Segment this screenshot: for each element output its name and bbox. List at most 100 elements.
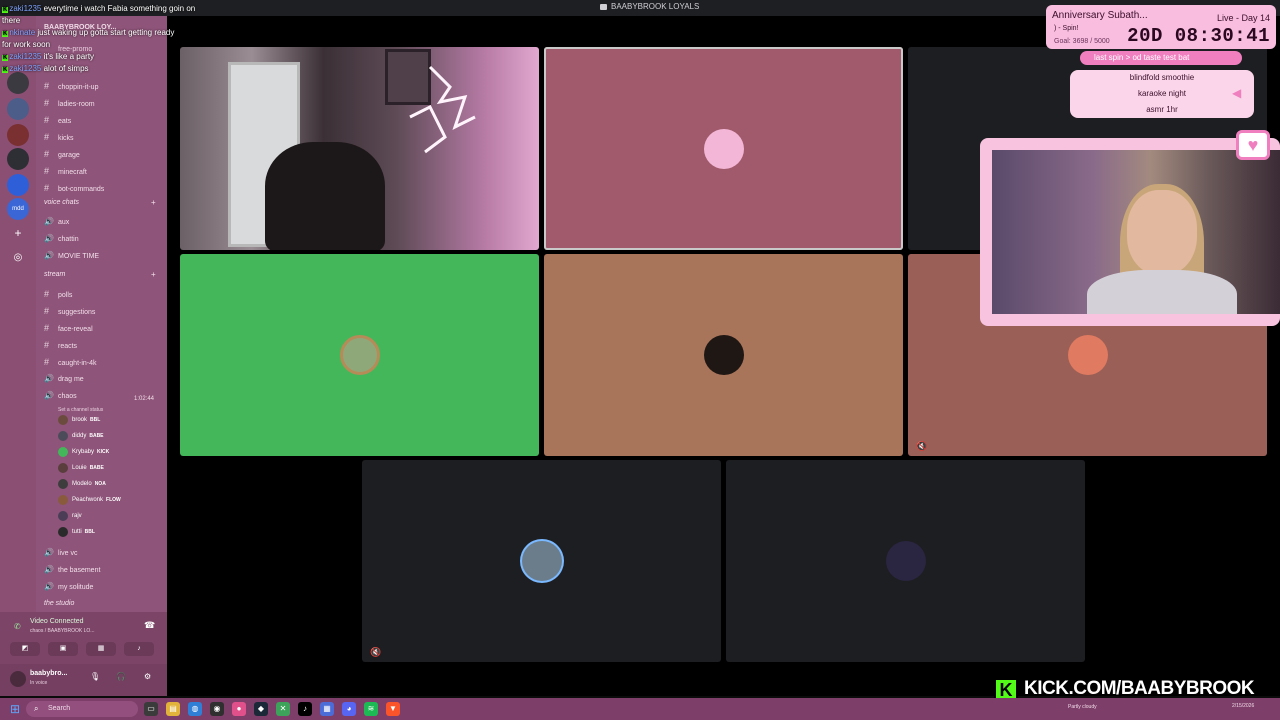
voice-bottom-channel-0[interactable]: 🔊 live vc [44,547,77,559]
steam-icon[interactable]: ◆ [254,702,268,716]
voice-member[interactable]: Peachwonk FLOW [58,495,121,507]
obs-icon[interactable]: ◉ [210,702,224,716]
avatar [58,447,68,457]
mic-icon[interactable]: 🎙 [90,672,100,681]
user-name[interactable]: baabybro... [30,670,67,677]
server-icon-3[interactable] [7,124,29,146]
brave-icon[interactable]: ▼ [386,702,400,716]
voice-member[interactable]: diddy BABE [58,431,104,443]
chat-text: just waking up gotta start getting ready [37,28,175,37]
voice-channel-path[interactable]: chaos / BAABYBROOK LO... [30,628,94,634]
add-server-icon[interactable]: + [7,222,29,244]
category-stream[interactable]: stream [44,271,65,278]
voice-member[interactable]: brook BBL [58,415,100,427]
taskbar-date[interactable]: 2/15/2026 [1232,703,1254,709]
server-icon-4[interactable] [7,148,29,170]
speaker-icon: 🔊 [44,234,54,243]
server-icon-6[interactable]: mdd [7,198,29,220]
spotify-icon[interactable]: ≋ [364,702,378,716]
server-icon-2[interactable] [7,98,29,120]
server-icon-5[interactable] [7,174,29,196]
member-name: diddy [72,433,87,439]
voice-bottom-channel-1[interactable]: 🔊 the basement [44,564,100,576]
voice-tile-7[interactable]: 🔇 [362,460,721,662]
subathon-timer: 20D 08:30:41 [1127,25,1270,47]
channel-2[interactable]: # eats [44,114,71,126]
subathon-spin: ) - Spin! [1054,25,1079,32]
voice-tile-discord[interactable] [180,254,539,456]
voice-tile-8[interactable] [726,460,1085,662]
voice-member[interactable]: tutti BBL [58,527,95,539]
channel-3[interactable]: # kicks [44,131,74,143]
voice-tile-5[interactable] [544,254,903,456]
voice-member[interactable]: Modelo NOA [58,479,106,491]
discover-icon[interactable]: ◎ [7,246,29,268]
avatar [58,495,68,505]
avatar[interactable] [10,671,26,687]
channel-0[interactable]: # choppin-it-up [44,80,98,92]
category-voice-chats[interactable]: voice chats [44,199,79,206]
channel-status[interactable]: Set a channel status [58,407,103,413]
channel-6[interactable]: # bot-commands [44,182,104,194]
wheel-list: blindfold smoothie karaoke night asmr 1h… [1070,70,1254,118]
add-channel-icon[interactable]: + [151,270,156,279]
discord-icon[interactable]: ◕ [342,702,356,716]
signal-icon[interactable]: ✆ [14,622,21,631]
screen-share-button[interactable]: ▣ [48,642,78,656]
voice-member[interactable]: Krybaby KICK [58,447,109,459]
camera-button[interactable]: ◩ [10,642,40,656]
channel-label: kicks [58,135,74,142]
gear-icon[interactable]: ⚙ [144,672,151,681]
stream-channel-4[interactable]: # caught-in-4k [44,356,97,368]
active-voice-channel[interactable]: 🔊 chaos [44,390,77,402]
voice-channel-0[interactable]: 🔊 aux [44,216,69,228]
avatar [58,511,68,521]
member-name: Louie [72,465,87,471]
xbox-icon[interactable]: ✕ [276,702,290,716]
voice-member[interactable]: rajv [58,511,85,523]
server-icon-1[interactable] [7,72,29,94]
stream-channel-5[interactable]: 🔊 drag me [44,373,84,385]
channel-4[interactable]: # garage [44,148,80,160]
browser-icon[interactable]: ◍ [188,702,202,716]
heart-icon: ♥ [1236,130,1270,160]
channel-label: live vc [58,550,78,557]
server-rail: mdd + ◎ [0,16,36,696]
channel-label: choppin-it-up [58,84,99,91]
chat-text: alot of simps [43,64,89,73]
stream-channel-0[interactable]: # polls [44,288,72,300]
disconnect-icon[interactable]: ☎ [144,620,155,631]
soundboard-button[interactable]: ♪ [124,642,154,656]
file-explorer-icon[interactable]: ▤ [166,702,180,716]
app-icon-9[interactable]: ▦ [320,702,334,716]
voice-member[interactable]: Louie BABE [58,463,104,475]
app-icon-5[interactable]: ● [232,702,246,716]
headphones-icon[interactable]: 🎧 [116,672,126,681]
channel-5[interactable]: # minecraft [44,165,87,177]
voice-channel-1[interactable]: 🔊 chattin [44,233,79,245]
channel-1[interactable]: # ladies-room [44,97,95,109]
voice-channel-2[interactable]: 🔊 MOVIE TIME [44,250,99,262]
subathon-goal: Goal: 3698 / 5000 [1054,38,1110,45]
video-tile-camera[interactable] [180,47,539,250]
avatar [521,541,562,581]
member-name: Modelo [72,481,92,487]
channel-label: ladies-room [58,101,95,108]
weather-text[interactable]: Partly cloudy [1068,704,1097,710]
windows-start-icon[interactable]: ⊞ [10,702,20,716]
avatar [58,527,68,537]
stream-channel-2[interactable]: # face-reveal [44,322,93,334]
activities-button[interactable]: ▦ [86,642,116,656]
camera-person [265,142,385,250]
category-more[interactable]: the studio [44,600,74,607]
taskbar-search[interactable]: ⌕ Search [26,701,138,717]
stream-channel-1[interactable]: # suggestions [44,305,95,317]
speaker-icon: 🔊 [44,217,54,226]
stream-channel-3[interactable]: # reacts [44,339,77,351]
voice-tile-2[interactable] [544,47,903,250]
voice-bottom-channel-2[interactable]: 🔊 my solitude [44,581,93,593]
chat-message: Kzaki1235 it's like a party [2,52,94,61]
task-view-icon[interactable]: ▭ [144,702,158,716]
tiktok-icon[interactable]: ♪ [298,702,312,716]
add-channel-icon[interactable]: + [151,198,156,207]
